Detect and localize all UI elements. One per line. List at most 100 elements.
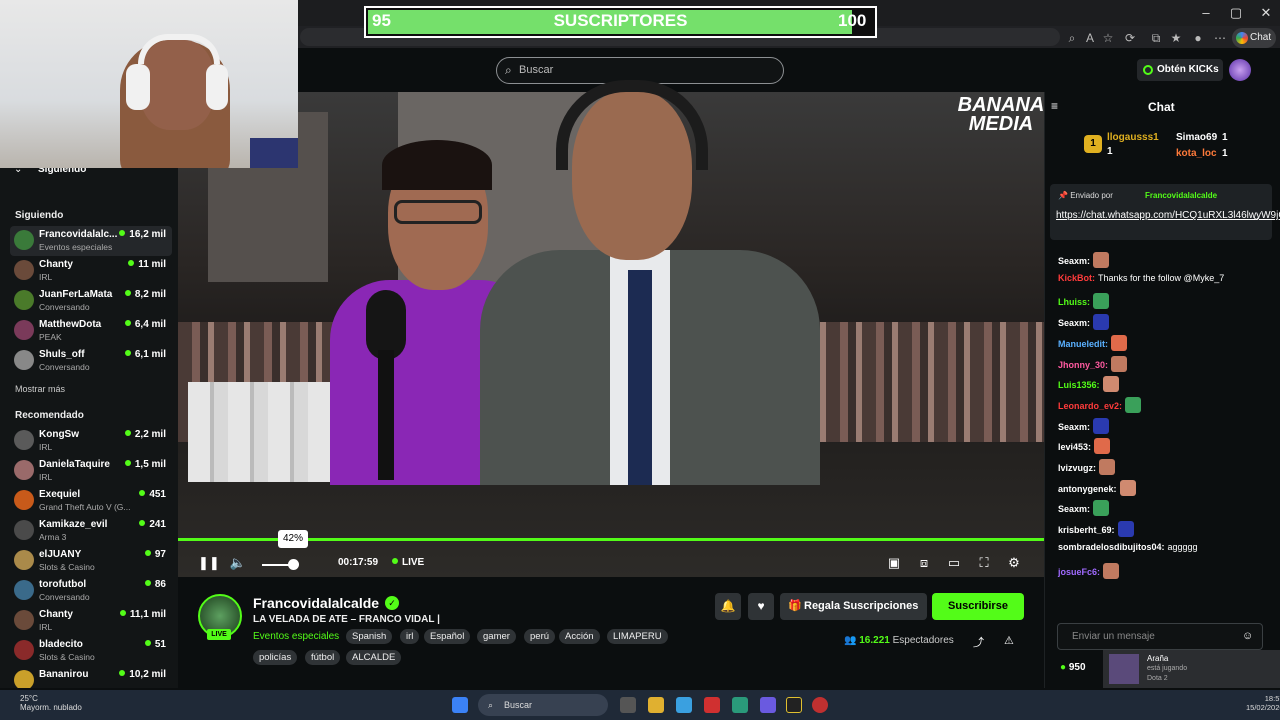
report-icon[interactable]: ⚠: [1004, 634, 1014, 647]
discord-icon[interactable]: [760, 697, 776, 713]
file-explorer-icon[interactable]: [648, 697, 664, 713]
collapse-chat-icon[interactable]: ≡: [1051, 99, 1058, 113]
sidebar-channel-row[interactable]: Exequiel Grand Theft Auto V (G... 451: [10, 486, 172, 516]
tag-pill[interactable]: policías: [253, 650, 298, 665]
edge-icon[interactable]: [732, 697, 748, 713]
emoji-icon[interactable]: ☺: [1242, 630, 1253, 642]
pinned-link[interactable]: https://chat.whatsapp.com/HCQ1uRXL3l46lw…: [1056, 209, 1280, 222]
favorites-bar-icon[interactable]: ★: [1168, 30, 1184, 46]
chat-input[interactable]: Enviar un mensaje: [1057, 623, 1263, 650]
sidebar-channel-row[interactable]: JuanFerLaMata Conversando 8,2 mil: [10, 286, 172, 316]
extensions-icon[interactable]: ⟳: [1122, 30, 1138, 46]
show-more-link[interactable]: Mostrar más: [15, 384, 65, 394]
expand-pin-chevron-icon[interactable]: ⌄: [1252, 212, 1260, 223]
sidebar-channel-row[interactable]: Francovidalalc... Eventos especiales 16,2 …: [10, 226, 172, 256]
top-gifter-name[interactable]: Simao69: [1176, 132, 1217, 143]
weather-widget[interactable]: 25°C Mayorm. nublado: [20, 694, 82, 712]
taskbar-search[interactable]: ⌕ Buscar: [478, 694, 608, 716]
chat-username[interactable]: Leonardo_ev2:: [1058, 401, 1122, 411]
chat-username[interactable]: Jhonny_30:: [1058, 360, 1108, 370]
sidebar-channel-row[interactable]: MatthewDota PEAK 6,4 mil: [10, 316, 172, 346]
tag-pill[interactable]: gamer: [477, 629, 516, 644]
sidebar-channel-row[interactable]: Chanty IRL 11 mil: [10, 256, 172, 286]
more-icon[interactable]: ⋯: [1212, 30, 1228, 46]
pinned-user[interactable]: Francovidalalcalde: [1145, 191, 1217, 200]
chat-username[interactable]: Seaxm:: [1058, 256, 1090, 266]
office-icon[interactable]: [704, 697, 720, 713]
sidebar-channel-row[interactable]: Kamikaze_evil Arma 3 241: [10, 516, 172, 546]
zoom-icon[interactable]: ⌕: [1064, 30, 1080, 46]
chat-text: Thanks for the follow @Myke_7: [1098, 272, 1225, 283]
chat-username[interactable]: Manueledit:: [1058, 339, 1108, 349]
kicks-balance[interactable]: ● 950: [1060, 662, 1086, 673]
notification-bell-icon[interactable]: 🔔: [715, 593, 741, 620]
miniplayer-icon[interactable]: ▣: [885, 555, 903, 571]
chat-username[interactable]: Seaxm:: [1058, 318, 1090, 328]
collections-icon[interactable]: ⧉: [1148, 30, 1164, 46]
tag-pill[interactable]: fútbol: [305, 650, 341, 665]
chat-username[interactable]: KickBot:: [1058, 273, 1095, 283]
settings-gear-icon[interactable]: ⚙: [1005, 555, 1023, 571]
clip-icon[interactable]: ⧈: [915, 555, 933, 571]
sidebar-channel-row[interactable]: KongSw IRL 2,2 mil: [10, 426, 172, 456]
pause-icon[interactable]: ❚❚: [198, 555, 220, 571]
sidebar-channel-row[interactable]: Bananirou 10,2 mil: [10, 666, 172, 688]
user-avatar[interactable]: [1229, 59, 1251, 81]
viewer-count: 451: [139, 489, 166, 500]
share-icon[interactable]: ⤴: [973, 634, 984, 650]
volume-knob[interactable]: [288, 559, 299, 570]
chat-username[interactable]: krisberht_69:: [1058, 525, 1115, 535]
task-view-icon[interactable]: [620, 697, 636, 713]
chat-username[interactable]: antonygenek:: [1058, 484, 1117, 494]
get-kicks-button[interactable]: Obtén KICKs: [1137, 59, 1223, 81]
subscribe-button[interactable]: Suscribirse: [932, 593, 1024, 620]
sidebar-channel-row[interactable]: torofutbol Conversando 86: [10, 576, 172, 606]
copilot-chat-button[interactable]: Chat: [1232, 28, 1276, 48]
tag-pill[interactable]: Español: [424, 629, 471, 644]
sidebar-channel-row[interactable]: Chanty IRL 11,1 mil: [10, 606, 172, 636]
sidebar-channel-row[interactable]: elJUANY Slots & Casino 97: [10, 546, 172, 576]
volume-icon[interactable]: 🔈: [229, 555, 247, 571]
tag-pill[interactable]: Acción: [559, 629, 600, 644]
chat-username[interactable]: Luis1356:: [1058, 380, 1100, 390]
app-icon[interactable]: [812, 697, 828, 713]
sidebar-channel-row[interactable]: Shuls_off Conversando 6,1 mil: [10, 346, 172, 376]
copilot-app-icon[interactable]: [676, 697, 692, 713]
maximize-icon[interactable]: ▢: [1226, 4, 1246, 22]
tag-pill[interactable]: LIMAPERU: [607, 629, 668, 644]
game-notification[interactable]: Araña está jugando Dota 2: [1103, 650, 1280, 688]
channel-name: KongSw: [39, 429, 79, 440]
theater-mode-icon[interactable]: ▭: [945, 555, 963, 571]
category-link[interactable]: Eventos especiales: [253, 631, 339, 642]
top-gifter-name[interactable]: kota_loc: [1176, 148, 1217, 159]
read-aloud-icon[interactable]: A: [1082, 30, 1098, 46]
chat-emote-icon: [1102, 376, 1119, 393]
sidebar-channel-row[interactable]: DanielaTaquire IRL 1,5 mil: [10, 456, 172, 486]
fullscreen-icon[interactable]: ⛶: [975, 555, 993, 571]
chat-username[interactable]: levi453:: [1058, 442, 1091, 452]
chat-username[interactable]: sombradelosdibujitos04:: [1058, 542, 1165, 552]
clock[interactable]: 18:5715/02/2026: [1246, 694, 1280, 712]
top-gifter-name[interactable]: llogausss1: [1107, 132, 1159, 143]
minimize-icon[interactable]: –: [1196, 4, 1216, 22]
profile-icon[interactable]: ●: [1190, 30, 1206, 46]
chat-username[interactable]: Seaxm:: [1058, 504, 1090, 514]
sidebar-channel-row[interactable]: bladecito Slots & Casino 51: [10, 636, 172, 666]
tag-pill[interactable]: ALCALDE: [346, 650, 402, 665]
follow-heart-icon[interactable]: ♥: [748, 593, 774, 620]
channel-avatar: [14, 640, 34, 660]
gift-subs-button[interactable]: 🎁 Regala Suscripciones: [780, 593, 927, 620]
tag-pill[interactable]: irl: [400, 629, 420, 644]
close-icon[interactable]: ✕: [1256, 4, 1276, 22]
tag-pill[interactable]: Spanish: [346, 629, 393, 644]
app-icon[interactable]: [786, 697, 802, 713]
chat-username[interactable]: Lhuiss:: [1058, 297, 1090, 307]
chat-username[interactable]: Seaxm:: [1058, 422, 1090, 432]
tag-pill[interactable]: perú: [524, 629, 556, 644]
favorite-icon[interactable]: ☆: [1100, 30, 1116, 46]
chat-username[interactable]: lvizvugz:: [1058, 463, 1096, 473]
chat-username[interactable]: josueFc6:: [1058, 567, 1100, 577]
channel-name[interactable]: Francovidalalcalde: [253, 595, 379, 611]
start-icon[interactable]: [452, 697, 468, 713]
channel-avatar: [14, 430, 34, 450]
